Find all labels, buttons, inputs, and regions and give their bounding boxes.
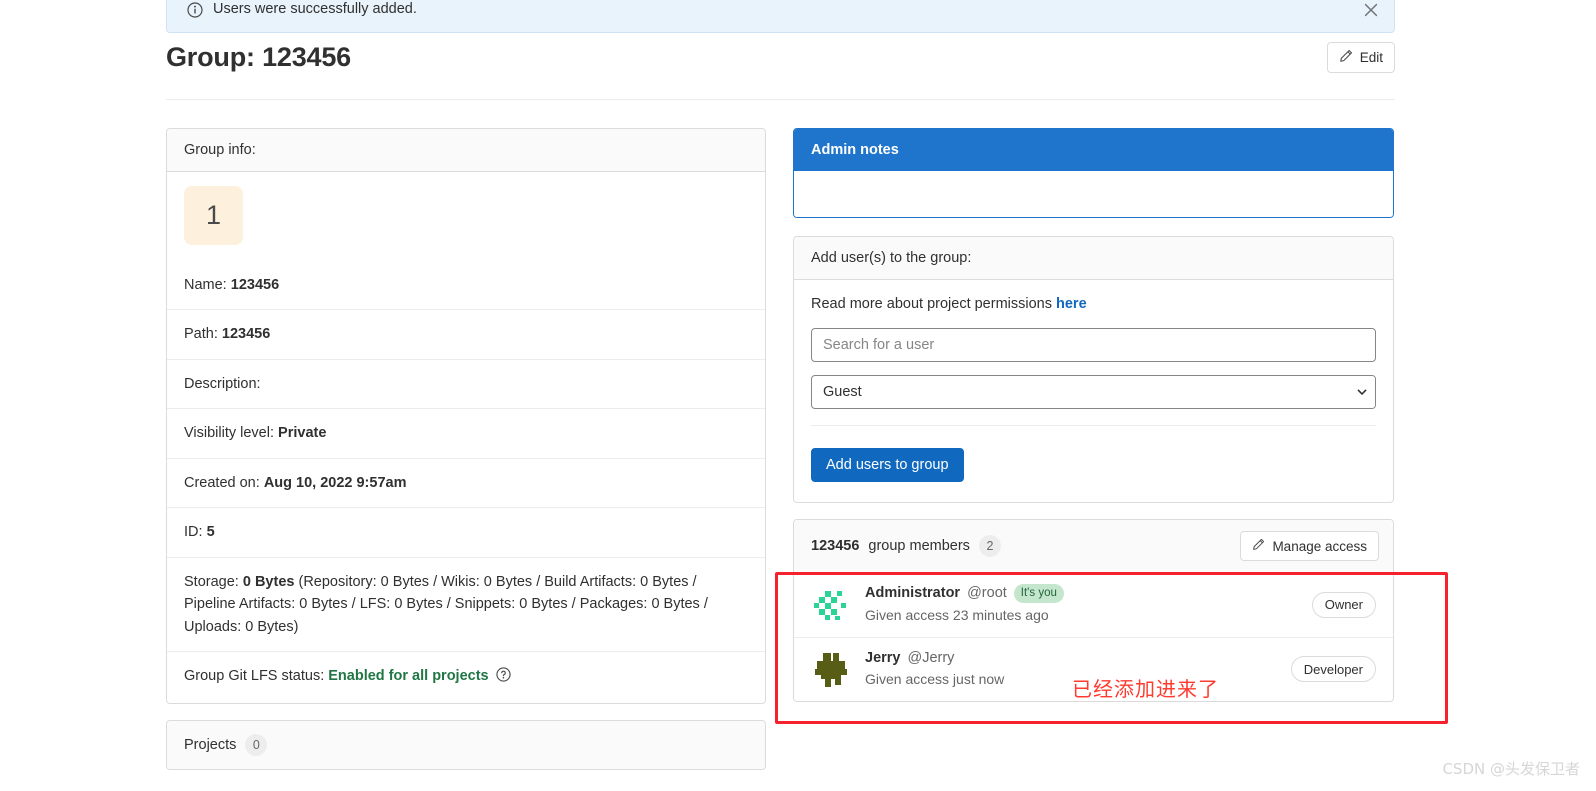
info-row-id: ID: 5 — [167, 508, 765, 558]
permissions-link[interactable]: here — [1056, 296, 1087, 312]
info-row-visibility: Visibility level: Private — [167, 409, 765, 459]
edit-button[interactable]: Edit — [1326, 42, 1395, 73]
info-row-description: Description: — [167, 360, 765, 410]
add-users-button[interactable]: Add users to group — [811, 448, 964, 482]
its-you-badge: It's you — [1013, 584, 1064, 604]
group-info-header: Group info: — [167, 129, 765, 172]
manage-access-label: Manage access — [1272, 538, 1367, 554]
alert-message: Users were successfully added. — [213, 1, 417, 18]
info-row-lfs: Group Git LFS status: Enabled for all pr… — [167, 652, 765, 702]
member-access-text: Given access 23 minutes ago — [865, 606, 1049, 623]
page-title: Group: 123456 — [166, 42, 351, 72]
pencil-icon — [1252, 538, 1265, 554]
info-value-created: Aug 10, 2022 9:57am — [263, 474, 407, 491]
projects-count-badge: 0 — [245, 733, 268, 756]
member-name-line: Administrator @root It's you — [865, 584, 1300, 604]
info-row-storage: Storage: 0 Bytes (Repository: 0 Bytes / … — [167, 558, 765, 653]
pencil-icon — [1339, 49, 1353, 66]
access-level-select[interactable] — [811, 375, 1376, 409]
member-role-badge: Developer — [1290, 656, 1376, 683]
access-level-wrap — [811, 375, 1376, 409]
storage-value: 0 Bytes — [242, 573, 295, 590]
info-label-path: Path: — [184, 326, 218, 343]
info-label-visibility: Visibility level: — [184, 425, 274, 442]
member-name-line: Jerry @Jerry — [865, 649, 1279, 669]
info-value-id: 5 — [206, 524, 215, 541]
admin-notes-card: Admin notes — [793, 128, 1394, 218]
success-alert: Users were successfully added. — [166, 0, 1395, 33]
search-user-input[interactable] — [811, 328, 1376, 362]
identicon-olive-avatar — [811, 649, 851, 690]
storage-label: Storage: — [184, 573, 239, 590]
member-name: Jerry — [865, 649, 901, 666]
member-handle: @Jerry — [907, 649, 955, 666]
question-circle-icon[interactable] — [496, 667, 511, 689]
member-role-badge: Owner — [1311, 591, 1376, 618]
info-value-name: 123456 — [230, 277, 280, 293]
projects-card: Projects 0 — [166, 719, 766, 770]
lfs-value: Enabled for all projects — [328, 668, 489, 685]
projects-header: Projects 0 — [167, 720, 765, 769]
info-value-path: 123456 — [221, 326, 271, 343]
edit-button-label: Edit — [1359, 50, 1383, 65]
info-label-id: ID: — [184, 524, 203, 541]
members-title-rest: group members — [868, 538, 970, 554]
member-row[interactable]: Administrator @root It's you Given acces… — [794, 573, 1393, 638]
member-name: Administrator — [865, 585, 961, 601]
info-row-name: Name: 123456 — [167, 261, 765, 311]
member-info: Administrator @root It's you Given acces… — [865, 584, 1300, 626]
add-users-header: Add user(s) to the group: — [794, 237, 1393, 280]
form-divider — [811, 425, 1376, 426]
group-avatar: 1 — [184, 186, 243, 245]
info-label-description: Description: — [184, 375, 261, 392]
group-info-card: Group info: 1 Name: 123456 Path: 123456 … — [166, 128, 766, 704]
manage-access-button[interactable]: Manage access — [1240, 531, 1379, 561]
title-divider — [166, 99, 1395, 100]
info-label-name: Name: — [184, 277, 227, 293]
close-icon[interactable] — [1362, 1, 1380, 19]
group-members-header: 123456 group members 2 Manage access — [794, 520, 1393, 573]
info-row-created: Created on: Aug 10, 2022 9:57am — [167, 459, 765, 509]
member-access-text: Given access just now — [865, 671, 1005, 688]
right-column: Admin notes Add user(s) to the group: Re… — [793, 128, 1394, 703]
page-header: Group: 123456 Edit — [166, 42, 1395, 73]
info-value-visibility: Private — [278, 425, 327, 442]
members-group-name: 123456 — [811, 538, 860, 554]
member-info: Jerry @Jerry Given access just now — [865, 649, 1279, 691]
admin-notes-body[interactable] — [794, 171, 1393, 217]
permissions-text: Read more about project permissions — [811, 296, 1052, 312]
info-row-path: Path: 123456 — [167, 310, 765, 360]
lfs-label: Group Git LFS status: — [184, 668, 325, 685]
add-users-body: Read more about project permissions here… — [794, 280, 1393, 502]
page-root: Users were successfully added. Group: 12… — [0, 0, 1596, 791]
projects-label: Projects — [184, 736, 237, 753]
member-handle: @root — [967, 585, 1007, 601]
group-members-card: 123456 group members 2 Manage access Adm… — [793, 519, 1394, 703]
member-row[interactable]: Jerry @Jerry Given access just now Devel… — [794, 638, 1393, 702]
admin-notes-header: Admin notes — [794, 129, 1393, 171]
left-column: Group info: 1 Name: 123456 Path: 123456 … — [166, 128, 766, 786]
watermark: CSDN @头发保卫者 — [1442, 760, 1580, 778]
info-label-created: Created on: — [184, 474, 260, 491]
members-count-badge: 2 — [978, 535, 1001, 557]
permissions-line: Read more about project permissions here — [811, 296, 1376, 312]
identicon-green-avatar — [811, 584, 851, 625]
add-users-card: Add user(s) to the group: Read more abou… — [793, 236, 1394, 503]
members-title: 123456 group members 2 — [811, 535, 1001, 557]
info-circle-icon — [187, 1, 203, 18]
group-avatar-row: 1 — [167, 172, 765, 261]
